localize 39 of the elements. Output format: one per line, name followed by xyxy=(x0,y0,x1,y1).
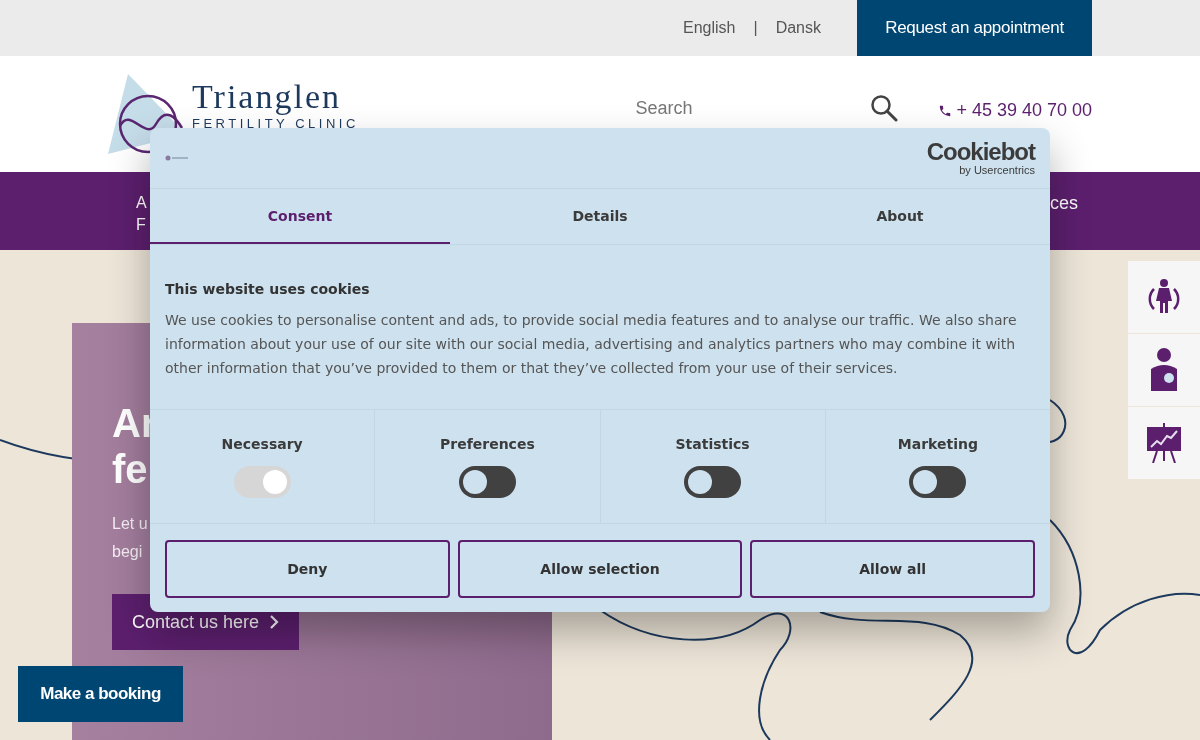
category-label: Necessary xyxy=(221,436,303,452)
toggle-switch[interactable] xyxy=(684,466,742,498)
language-link[interactable]: English xyxy=(683,19,736,37)
tool-tab[interactable] xyxy=(1128,334,1200,406)
request-appointment-button[interactable]: Request an appointment xyxy=(857,0,1092,56)
category-label: Statistics xyxy=(675,436,750,452)
toggle-switch[interactable] xyxy=(909,466,967,498)
category-label: Marketing xyxy=(897,436,978,452)
hero-heading: fe xyxy=(112,446,148,492)
dialog-tab[interactable]: Consent xyxy=(150,189,450,244)
booking-button[interactable]: Make a booking xyxy=(18,666,183,722)
search-icon[interactable] xyxy=(870,94,899,122)
cookiebot-logo: Cookiebot xyxy=(926,140,1035,164)
language-separator: | xyxy=(753,19,758,37)
dialog-title: This website uses cookies xyxy=(165,281,370,297)
dialog-tab[interactable]: Details xyxy=(450,189,750,244)
cookiebot-byline: by Usercentrics xyxy=(959,164,1035,176)
search-field[interactable]: Search xyxy=(633,96,838,120)
language-link[interactable]: Dansk xyxy=(775,19,821,37)
chart-board-icon xyxy=(1145,423,1183,463)
nav-item[interactable]: A F xyxy=(136,192,147,236)
logo-tagline: FERTILITY CLINIC xyxy=(192,116,359,132)
dialog-text: We use cookies to personalise content and ads, to provide social media features and to analyse our traffic. We also share information about your use of our site with our social media, advertising and analytics partners who may combine it with other information that you’ve provided to them or that they’ve collected from your use of their services. xyxy=(165,311,1018,378)
dialog-button[interactable]: Allow selection xyxy=(457,540,743,598)
logo-icon xyxy=(165,155,189,161)
chevron-icon xyxy=(269,614,280,630)
logo-wordmark: Trianglen xyxy=(192,78,342,116)
dialog-button[interactable]: Deny xyxy=(165,540,450,598)
hero-text: Let u xyxy=(112,514,148,534)
tool-tab[interactable] xyxy=(1128,407,1200,479)
phone-number[interactable]: + 45 39 40 70 00 xyxy=(956,100,1092,121)
hero-text: begi xyxy=(112,542,144,562)
tool-tab[interactable] xyxy=(1128,261,1200,333)
phone-icon xyxy=(938,103,953,118)
toggle-switch[interactable] xyxy=(458,466,516,498)
category-label: Preferences xyxy=(440,436,535,452)
nav-item[interactable]: ces xyxy=(1050,192,1078,214)
dialog-button[interactable]: Allow all xyxy=(750,540,1035,598)
dialog-tab[interactable]: About xyxy=(750,189,1050,244)
